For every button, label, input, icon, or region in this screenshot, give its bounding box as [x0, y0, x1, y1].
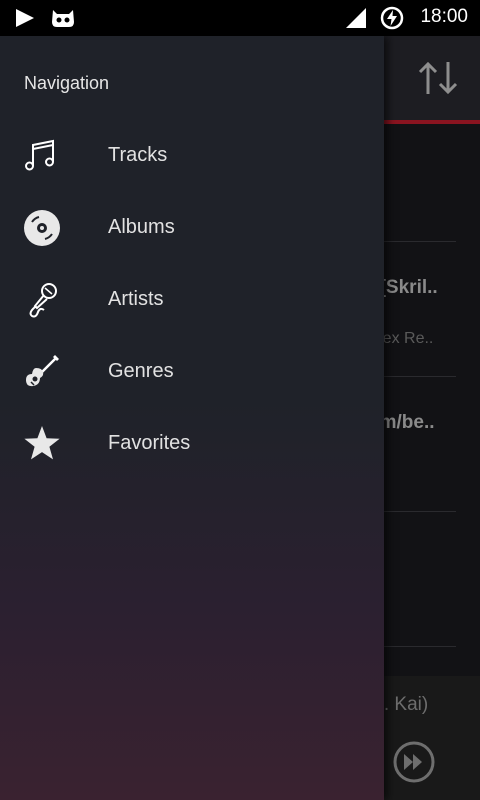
- status-time: 18:00: [420, 6, 468, 27]
- drawer-header: Navigation: [24, 73, 110, 93]
- music-note-icon: [25, 139, 54, 171]
- nav-item-tracks[interactable]: Tracks: [0, 120, 384, 192]
- nav-item-label: Genres: [108, 360, 174, 382]
- nav-item-genres[interactable]: Genres: [0, 336, 384, 408]
- signal-icon: [346, 8, 366, 28]
- list-divider: [384, 241, 456, 242]
- nav-item-label: Albums: [108, 216, 175, 238]
- status-bar: 18:00: [0, 0, 480, 36]
- album-disc-icon: [24, 210, 60, 246]
- cyanogen-notification-icon: [52, 10, 74, 27]
- nav-item-label: Favorites: [108, 432, 191, 454]
- play-notification-icon: [16, 9, 34, 27]
- star-icon: [24, 426, 60, 460]
- battery-charging-icon: [380, 6, 404, 30]
- microphone-icon: [29, 283, 57, 318]
- nav-item-favorites[interactable]: Favorites: [0, 408, 384, 480]
- nav-item-label: Tracks: [108, 144, 168, 166]
- nav-item-label: Artists: [108, 288, 164, 310]
- nav-item-artists[interactable]: Artists: [0, 264, 384, 336]
- nav-item-albums[interactable]: Albums: [0, 192, 384, 264]
- list-divider: [384, 511, 456, 512]
- navigation-drawer: Navigation Tracks Albums Artists Genres …: [0, 36, 384, 800]
- sort-icon[interactable]: [416, 58, 460, 98]
- guitar-icon: [26, 355, 59, 387]
- list-divider: [384, 646, 456, 647]
- list-divider: [384, 376, 456, 377]
- skip-next-icon[interactable]: [392, 740, 436, 784]
